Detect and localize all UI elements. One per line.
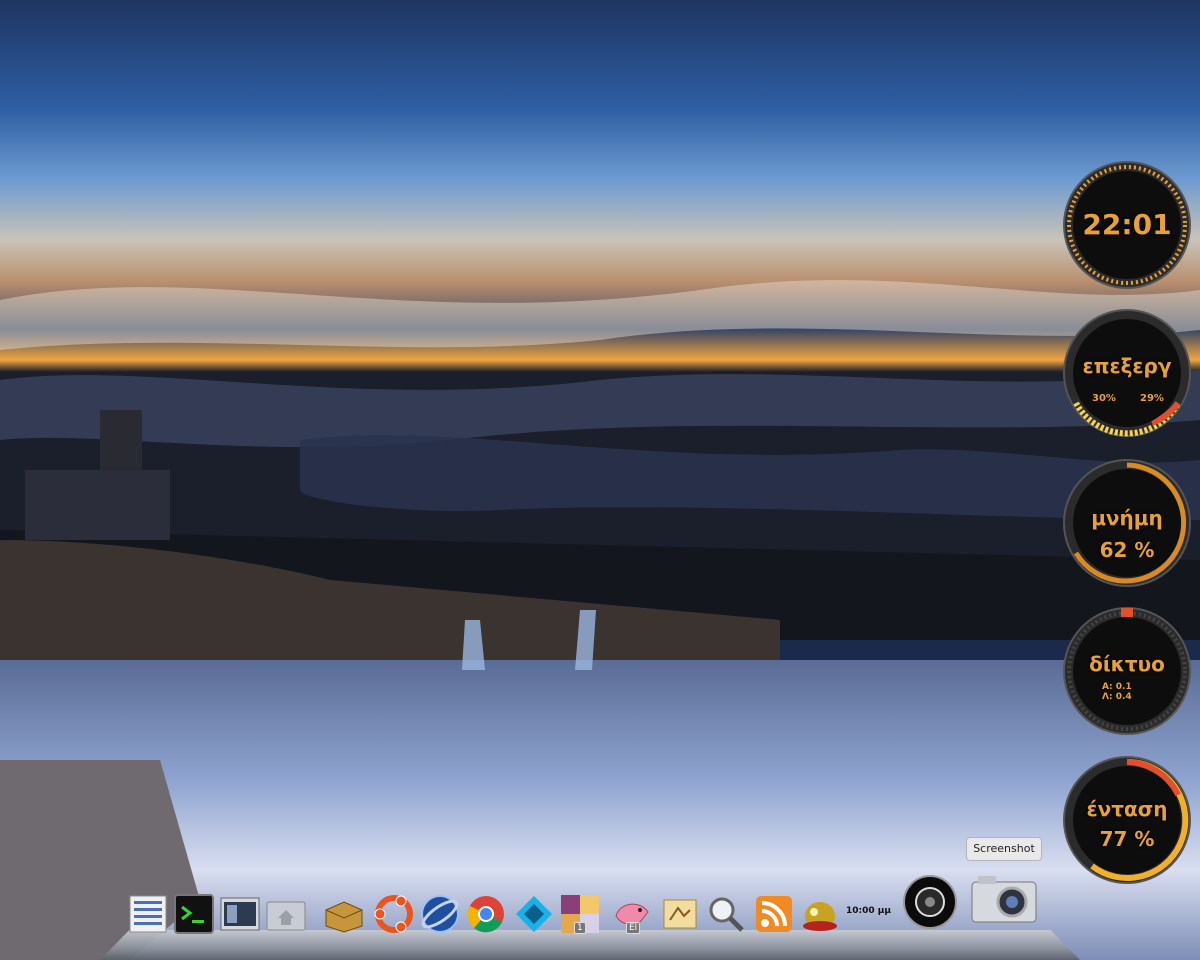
network-down: Α: 0.1 (1102, 682, 1132, 692)
chrome-icon[interactable] (464, 892, 508, 936)
memory-gauge[interactable]: μνήμη 62 % (1062, 458, 1192, 588)
memory-value: 62 % (1099, 538, 1155, 562)
system-monitor-icon[interactable] (126, 892, 170, 936)
input-language-icon[interactable]: El (610, 892, 654, 936)
cpu-label: επεξεργ (1082, 354, 1172, 378)
workspace-switcher-icon[interactable]: 1 (558, 892, 602, 936)
screenshot-tooltip: Screenshot (966, 837, 1042, 861)
memory-label: μνήμη (1091, 506, 1163, 530)
power-button-icon[interactable] (902, 874, 958, 930)
volume-value: 77 % (1099, 827, 1155, 851)
archive-manager-icon[interactable] (322, 892, 366, 936)
cpu-core1: 30% (1092, 393, 1116, 404)
workspace-number: 1 (574, 922, 586, 934)
screenshot-camera-icon[interactable] (968, 872, 1040, 928)
volume-gauge[interactable]: ένταση 77 % (1062, 755, 1192, 885)
audio-player-icon[interactable] (798, 892, 842, 936)
kodi-icon[interactable] (512, 892, 556, 936)
ubuntu-software-icon[interactable] (372, 892, 416, 936)
dock-clock[interactable]: 10:00 μμ (846, 906, 891, 916)
clock-gauge[interactable]: 22:01 (1062, 160, 1192, 290)
terminal-icon[interactable] (172, 892, 216, 936)
cpu-core2: 29% (1140, 393, 1164, 404)
desktop-wallpaper (0, 0, 1200, 960)
mail-stamp-icon[interactable] (658, 892, 702, 936)
network-label: δίκτυο (1089, 652, 1165, 676)
network-gauge[interactable]: δίκτυο Α: 0.1 Λ: 0.4 (1062, 606, 1192, 736)
search-icon[interactable] (704, 892, 748, 936)
web-browser-orb-icon[interactable] (418, 892, 462, 936)
network-up: Λ: 0.4 (1102, 692, 1132, 702)
language-badge: El (626, 922, 641, 934)
rss-icon[interactable] (752, 892, 796, 936)
home-folder-icon[interactable] (264, 892, 308, 936)
window-manager-icon[interactable] (218, 892, 262, 936)
clock-time: 22:01 (1082, 208, 1172, 241)
cpu-gauge[interactable]: επεξεργ 30% 29% (1062, 308, 1192, 438)
volume-label: ένταση (1086, 797, 1168, 821)
